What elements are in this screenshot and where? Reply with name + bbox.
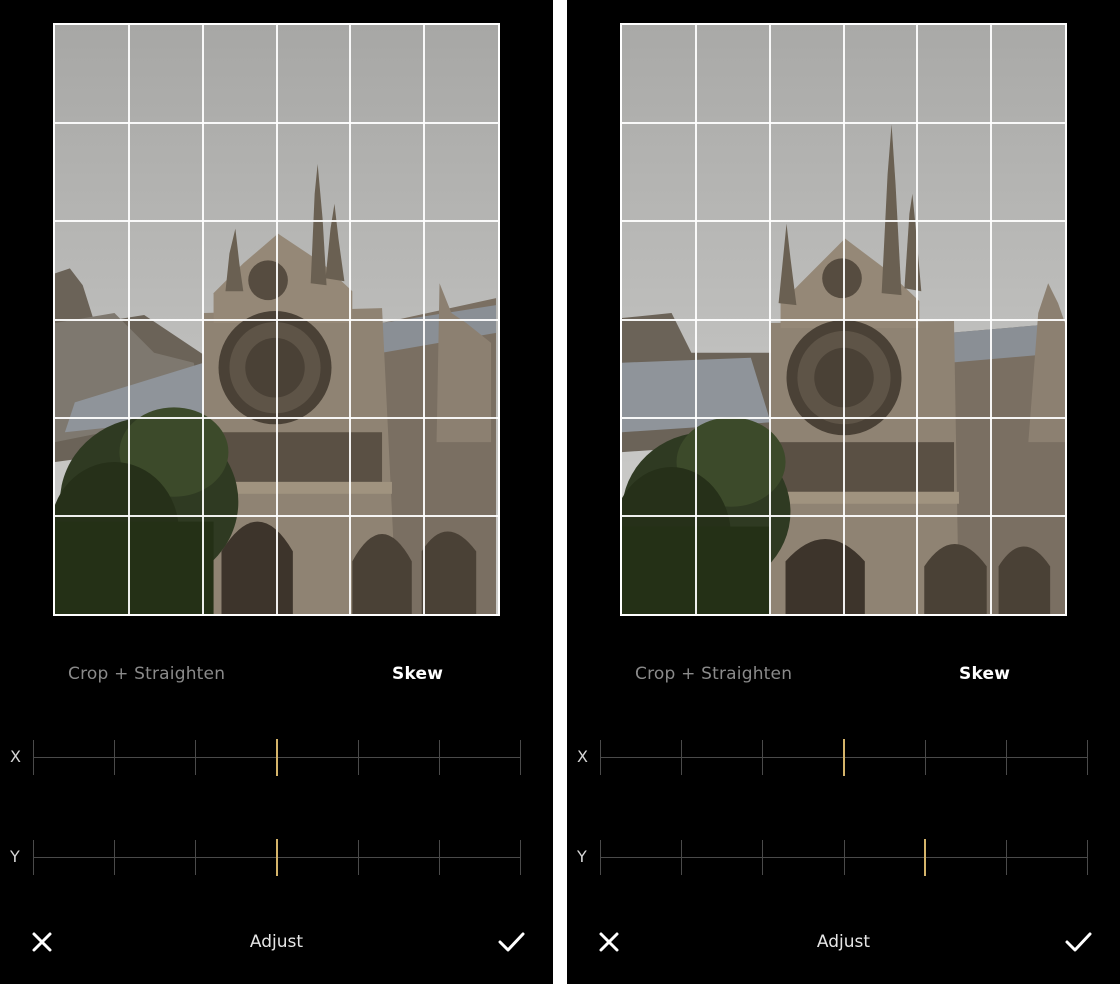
slider-tick [195, 840, 196, 875]
footer-title: Adjust [816, 932, 871, 952]
skew-y-slider[interactable] [33, 838, 521, 878]
slider-tick [439, 840, 440, 875]
slider-tick [358, 840, 359, 875]
photo-preview[interactable] [620, 23, 1067, 616]
slider-tick [762, 840, 763, 875]
check-icon [498, 932, 525, 952]
slider-tick [600, 740, 601, 775]
slider-tick [1087, 840, 1088, 875]
slider-tick [114, 840, 115, 875]
skew-y-slider[interactable] [600, 838, 1088, 878]
slider-tick [1006, 740, 1007, 775]
slider-tick [114, 740, 115, 775]
slider-thumb[interactable] [276, 739, 278, 776]
check-icon [1065, 932, 1092, 952]
skew-screen-before: Crop + Straighten Skew X Y Adjust [0, 0, 553, 984]
skew-screen-after: Crop + Straighten Skew X Y Adjust [567, 0, 1120, 984]
slider-tick [33, 740, 34, 775]
x-axis-label: X [577, 747, 588, 766]
confirm-button[interactable] [496, 928, 526, 956]
slider-tick [844, 840, 845, 875]
slider-tick [600, 840, 601, 875]
tab-crop-straighten[interactable]: Crop + Straighten [635, 664, 792, 684]
x-axis-label: X [10, 747, 21, 766]
photo-preview[interactable] [53, 23, 500, 616]
footer-title: Adjust [249, 932, 304, 952]
slider-thumb[interactable] [843, 739, 845, 776]
cathedral-photo [622, 25, 1065, 614]
slider-tick [1087, 740, 1088, 775]
slider-tick [681, 840, 682, 875]
slider-tick [520, 740, 521, 775]
slider-tick [358, 740, 359, 775]
slider-tick [681, 740, 682, 775]
slider-thumb[interactable] [276, 839, 278, 876]
skew-x-slider[interactable] [33, 738, 521, 778]
tab-skew[interactable]: Skew [959, 664, 1010, 684]
skew-x-slider[interactable] [600, 738, 1088, 778]
slider-tick [33, 840, 34, 875]
slider-tick [520, 840, 521, 875]
slider-tick [925, 740, 926, 775]
confirm-button[interactable] [1063, 928, 1093, 956]
slider-tick [1006, 840, 1007, 875]
slider-tick [439, 740, 440, 775]
tab-skew[interactable]: Skew [392, 664, 443, 684]
y-axis-label: Y [10, 847, 20, 866]
slider-tick [762, 740, 763, 775]
y-axis-label: Y [577, 847, 587, 866]
cathedral-photo [55, 25, 498, 614]
slider-thumb[interactable] [924, 839, 926, 876]
tab-crop-straighten[interactable]: Crop + Straighten [68, 664, 225, 684]
slider-tick [195, 740, 196, 775]
